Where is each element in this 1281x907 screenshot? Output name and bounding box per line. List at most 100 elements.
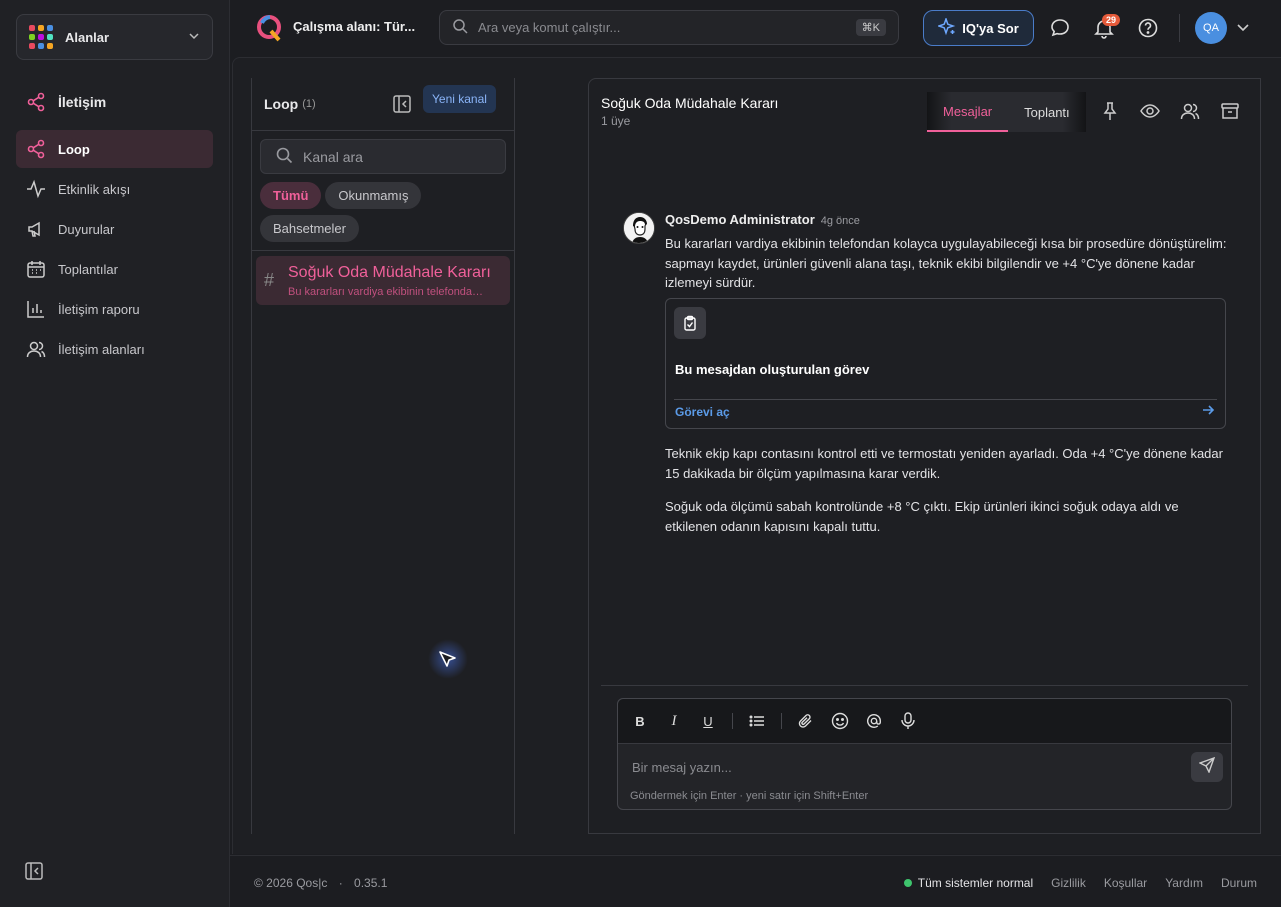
separator-dot: · — [338, 876, 343, 890]
pin-icon[interactable] — [1100, 101, 1120, 126]
footer-link-status[interactable]: Durum — [1221, 876, 1257, 890]
arrow-right-icon[interactable] — [1201, 403, 1215, 422]
channel-snippet: Bu kararları vardiya ekibinin telefondan… — [288, 285, 488, 298]
eye-icon[interactable] — [1140, 101, 1160, 126]
divider — [781, 713, 782, 729]
status-dot — [903, 879, 912, 887]
composer-toolbar: B I U — [618, 699, 1231, 744]
microphone-icon[interactable] — [898, 711, 918, 731]
panel-collapse-icon[interactable] — [392, 94, 412, 119]
member-count: 1 üye — [601, 114, 631, 128]
footer-left: © 2026 Qos|c · 0.35.1 — [254, 876, 387, 890]
filter-all[interactable]: Tümü — [260, 182, 322, 209]
notification-badge: 29 — [1102, 14, 1121, 26]
message-author: QosDemo Administrator 4g önce — [665, 212, 860, 227]
section-title-label: İletişim — [58, 94, 107, 110]
footer-link-help[interactable]: Yardım — [1165, 876, 1203, 890]
system-status[interactable]: Tüm sistemler normal — [903, 876, 1034, 890]
sidebar-item-spaces[interactable]: İletişim alanları — [16, 330, 213, 368]
channel-search-input[interactable]: Kanal ara — [260, 139, 506, 174]
search-icon — [275, 146, 293, 167]
sidebar-item-label: Loop — [58, 141, 90, 157]
italic-icon[interactable]: I — [664, 711, 684, 731]
tab-meeting[interactable]: Toplantı — [1008, 92, 1086, 132]
chevron-down-icon[interactable] — [1236, 20, 1250, 39]
activity-icon — [26, 179, 46, 199]
sidebar-item-label: İletişim alanları — [58, 341, 145, 357]
send-button[interactable] — [1191, 752, 1223, 782]
channel-name: Soğuk Oda Müdahale Kararı — [288, 263, 491, 281]
task-card-title: Bu mesajdan oluşturulan görev — [675, 362, 870, 377]
clipboard-check-icon — [674, 307, 706, 339]
sidebar-item-meetings[interactable]: Toplantılar — [16, 250, 213, 288]
author-avatar — [623, 212, 655, 244]
new-channel-button[interactable]: Yeni kanal — [423, 85, 496, 113]
message-body: Bu kararları vardiya ekibinin telefondan… — [665, 236, 1227, 290]
share-icon — [26, 92, 46, 112]
message-body: Soğuk oda ölçümü sabah kontrolünde +8 °C… — [665, 499, 1179, 534]
footer-link-terms[interactable]: Koşullar — [1104, 876, 1147, 890]
user-avatar[interactable]: QA — [1195, 12, 1227, 44]
message-time: 4g önce — [820, 215, 860, 227]
bold-icon[interactable]: B — [630, 711, 650, 731]
workspace-switcher-label: Alanlar — [65, 29, 110, 45]
workspace-switcher[interactable]: Alanlar — [16, 14, 213, 60]
sidebar-item-report[interactable]: İletişim raporu — [16, 290, 213, 328]
chat-icon[interactable] — [1049, 17, 1071, 44]
conversation-panel: Soğuk Oda Müdahale Kararı 1 üye Mesajlar… — [588, 78, 1261, 834]
list-icon[interactable] — [747, 711, 767, 731]
sidebar-item-loop[interactable]: Loop — [16, 130, 213, 168]
workspace-name[interactable]: Çalışma alanı: Tür... — [293, 19, 415, 34]
channel-panel-header: Loop (1) Yeni kanal — [252, 78, 514, 131]
send-icon — [1198, 756, 1216, 778]
conversation-tabs: Mesajlar Toplantı — [927, 92, 1086, 132]
system-status-label: Tüm sistemler normal — [917, 876, 1034, 890]
footer-right: Tüm sistemler normal Gizlilik Koşullar Y… — [903, 876, 1257, 890]
sidebar-item-label: Etkinlik akışı — [58, 181, 131, 197]
message-input[interactable]: Bir mesaj yazın... — [632, 760, 732, 775]
divider — [601, 685, 1248, 686]
channel-list-item[interactable]: # Soğuk Oda Müdahale Kararı Bu kararları… — [256, 256, 510, 305]
sidebar-item-activity[interactable]: Etkinlik akışı — [16, 170, 213, 208]
filter-mentions[interactable]: Bahsetmeler — [260, 215, 359, 242]
hash-icon: # — [264, 270, 275, 290]
channel-panel: Loop (1) Yeni kanal Kanal ara Tümü Okunm… — [251, 78, 515, 834]
sidebar-collapse-icon[interactable] — [24, 861, 44, 886]
global-search[interactable]: Ara veya komut çalıştır... ⌘K — [439, 10, 899, 45]
paperclip-icon[interactable] — [796, 711, 816, 731]
sparkle-icon — [936, 16, 956, 39]
footer: © 2026 Qos|c · 0.35.1 Tüm sistemler norm… — [230, 855, 1281, 907]
footer-link-privacy[interactable]: Gizlilik — [1051, 876, 1086, 890]
sidebar-section-title: İletişim — [26, 92, 106, 112]
apps-grid-icon — [29, 25, 53, 49]
message-composer: B I U Bir mesaj yazın... Göndermek için … — [617, 698, 1232, 810]
composer-hint: Göndermek için Enter · yeni satır için S… — [630, 790, 869, 802]
tab-messages[interactable]: Mesajlar — [927, 92, 1009, 132]
members-icon[interactable] — [1180, 101, 1200, 126]
help-icon[interactable] — [1137, 17, 1159, 44]
channel-count: (1) — [302, 98, 316, 110]
sidebar-item-label: Duyurular — [58, 221, 115, 237]
search-placeholder: Ara veya komut çalıştır... — [478, 20, 621, 35]
filter-unread[interactable]: Okunmamış — [325, 182, 422, 209]
underline-icon[interactable]: U — [698, 711, 718, 731]
sidebar-item-announcements[interactable]: Duyurular — [16, 210, 213, 248]
app-logo-icon — [256, 14, 282, 47]
megaphone-icon — [26, 219, 46, 239]
mention-icon[interactable] — [864, 711, 884, 731]
channel-panel-title: Loop — [264, 96, 299, 112]
conversation-title: Soğuk Oda Müdahale Kararı — [601, 95, 779, 111]
search-shortcut: ⌘K — [855, 19, 886, 36]
channel-search-placeholder: Kanal ara — [303, 148, 363, 165]
chevron-down-icon — [188, 30, 200, 45]
archive-icon[interactable] — [1220, 101, 1240, 126]
search-icon — [452, 18, 468, 37]
divider — [252, 250, 514, 251]
task-card: Bu mesajdan oluşturulan görev Görevi aç — [665, 298, 1226, 429]
ask-iq-button[interactable]: IQ'ya Sor — [923, 10, 1034, 46]
open-task-link[interactable]: Görevi aç — [675, 405, 730, 419]
topbar: Çalışma alanı: Tür... Ara veya komut çal… — [230, 0, 1281, 56]
topbar-divider — [1179, 14, 1180, 42]
emoji-icon[interactable] — [830, 711, 850, 731]
author-name: QosDemo Administrator — [665, 212, 815, 227]
